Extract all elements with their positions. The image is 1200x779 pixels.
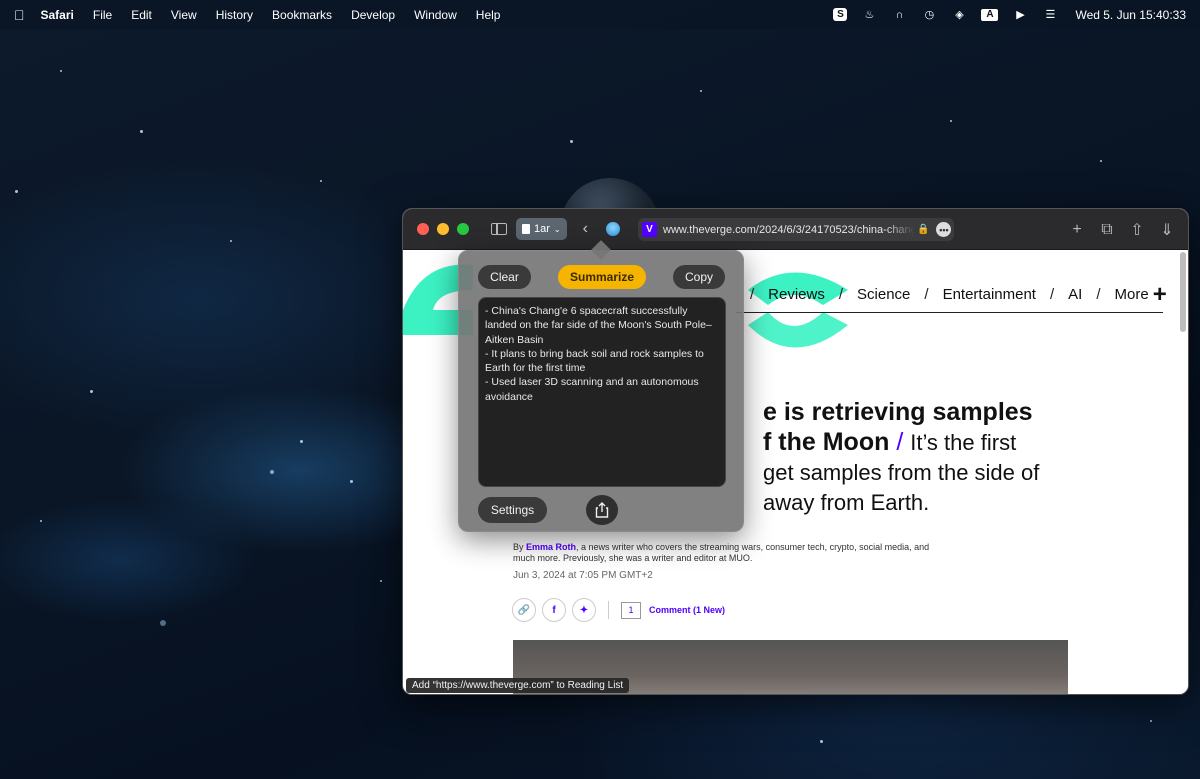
facebook-icon[interactable]: f [542,598,566,622]
new-tab-plus-icon[interactable]: + [1070,221,1084,239]
apple-logo-icon[interactable]:  [14,7,25,23]
summarize-button[interactable]: Summarize [558,265,646,289]
status-area: S ♨ ∩ ◷ ◈ A ▶ ☰ Wed 5. Jun 15:40:33 [826,7,1186,23]
byline-prefix: By [513,542,527,552]
window-controls [417,223,469,235]
menu-bar:  Safari File Edit View History Bookmark… [0,0,1200,29]
nav-separator: / [1096,286,1101,303]
article-headline: e is retrieving samples f the Moon / It’… [763,397,1083,518]
settings-button[interactable]: Settings [478,497,547,523]
plus-icon[interactable]: + [1153,283,1167,307]
downloads-icon[interactable]: ⇓ [1160,220,1174,240]
zoom-window-button[interactable] [457,223,469,235]
nav-divider [736,312,1163,313]
play-icon[interactable]: ▶ [1012,7,1028,23]
article-date: Jun 3, 2024 at 7:05 PM GMT+2 [513,570,653,581]
headline-dek-1: It’s the first [910,430,1017,455]
tab-group-label: 1ar [534,223,550,235]
nav-separator: / [838,286,844,303]
input-source-icon[interactable]: A [981,8,999,21]
nav-separator: / [1049,286,1055,303]
sidebar-toggle-icon[interactable] [491,223,507,235]
nav-ai[interactable]: AI [1068,286,1082,303]
url-text[interactable]: www.theverge.com/2024/6/3/24170523/china… [663,224,915,236]
menu-bookmarks[interactable]: Bookmarks [272,8,332,22]
control-center-icon[interactable]: ☰ [1042,7,1058,23]
page-menu-icon[interactable]: ••• [936,222,952,237]
headline-dek-3: away from Earth. [763,490,930,515]
copy-link-icon[interactable]: 🔗 [512,598,536,622]
article-byline: By Emma Roth, a news writer who covers t… [513,542,953,564]
headline-slash: / [896,428,904,456]
byline-rest: , a news writer who covers the streaming… [513,542,930,563]
author-link[interactable]: Emma Roth [526,542,576,552]
nav-reviews[interactable]: Reviews [768,286,825,303]
back-arrow-icon[interactable]: ‹ [583,220,588,238]
tab-overview-icon[interactable]: ⧉ [1100,221,1114,239]
menu-view[interactable]: View [171,8,197,22]
lock-icon: 🔒 [917,224,930,235]
headline-line-1: e is retrieving samples [763,398,1033,426]
toolbar-right-actions: + ⧉ ⇧ ⇓ [1070,209,1174,250]
nav-separator: / [924,286,929,303]
menu-bar-clock[interactable]: Wed 5. Jun 15:40:33 [1075,8,1186,22]
clear-button[interactable]: Clear [478,265,531,289]
comment-count-badge[interactable]: 1 [621,601,641,619]
menu-window[interactable]: Window [414,8,457,22]
share-divider [608,601,609,619]
twitter-icon[interactable]: ✦ [572,598,596,622]
nav-more[interactable]: More [1115,286,1149,303]
tab-group-button[interactable]: 1ar ⌄ [516,218,567,240]
comment-link[interactable]: Comment (1 New) [649,605,725,615]
headline-bold-2: f the Moon [763,428,890,456]
address-bar[interactable]: V www.theverge.com/2024/6/3/24170523/chi… [638,218,954,241]
copy-button[interactable]: Copy [673,265,725,289]
close-window-button[interactable] [417,223,429,235]
nav-entertainment[interactable]: Entertainment [943,286,1036,303]
menu-file[interactable]: File [93,8,112,22]
verge-favicon-icon: V [642,222,657,237]
menu-history[interactable]: History [216,8,253,22]
share-row: 🔗 f ✦ 1 Comment (1 New) [512,598,725,622]
headline-line-2: f the Moon / It’s the first [763,427,1083,458]
menu-edit[interactable]: Edit [131,8,152,22]
minimize-window-button[interactable] [437,223,449,235]
menu-safari[interactable]: Safari [41,8,74,22]
share-summary-button[interactable] [586,495,618,525]
site-nav: / Reviews / Science / Entertainment / AI… [736,283,1167,307]
nav-science[interactable]: Science [857,286,910,303]
summarize-extension-icon[interactable] [605,222,620,236]
time-machine-icon[interactable]: ◷ [921,7,937,23]
tab-group-icon [522,224,530,234]
chevron-down-icon: ⌄ [553,224,561,234]
menu-develop[interactable]: Develop [351,8,395,22]
s-app-icon[interactable]: S [833,8,848,21]
share-icon[interactable]: ⇧ [1130,220,1144,240]
headphones-icon[interactable]: ∩ [891,7,907,23]
summary-text-area[interactable]: - China's Chang'e 6 spacecraft successfu… [478,297,726,487]
flame-icon[interactable]: ♨ [861,7,877,23]
stack-icon[interactable]: ◈ [951,7,967,23]
menu-help[interactable]: Help [476,8,501,22]
headline-dek-2: get samples from the side of [763,460,1040,485]
safari-toolbar: 1ar ⌄ ‹ V www.theverge.com/2024/6/3/2417… [403,209,1188,250]
summarize-popover: Clear Summarize Copy - China's Chang'e 6… [458,250,744,532]
page-scrollbar[interactable] [1180,252,1186,332]
status-tooltip: Add “https://www.theverge.com” to Readin… [406,678,630,693]
share-icon [595,502,609,518]
nav-separator: / [750,286,755,303]
